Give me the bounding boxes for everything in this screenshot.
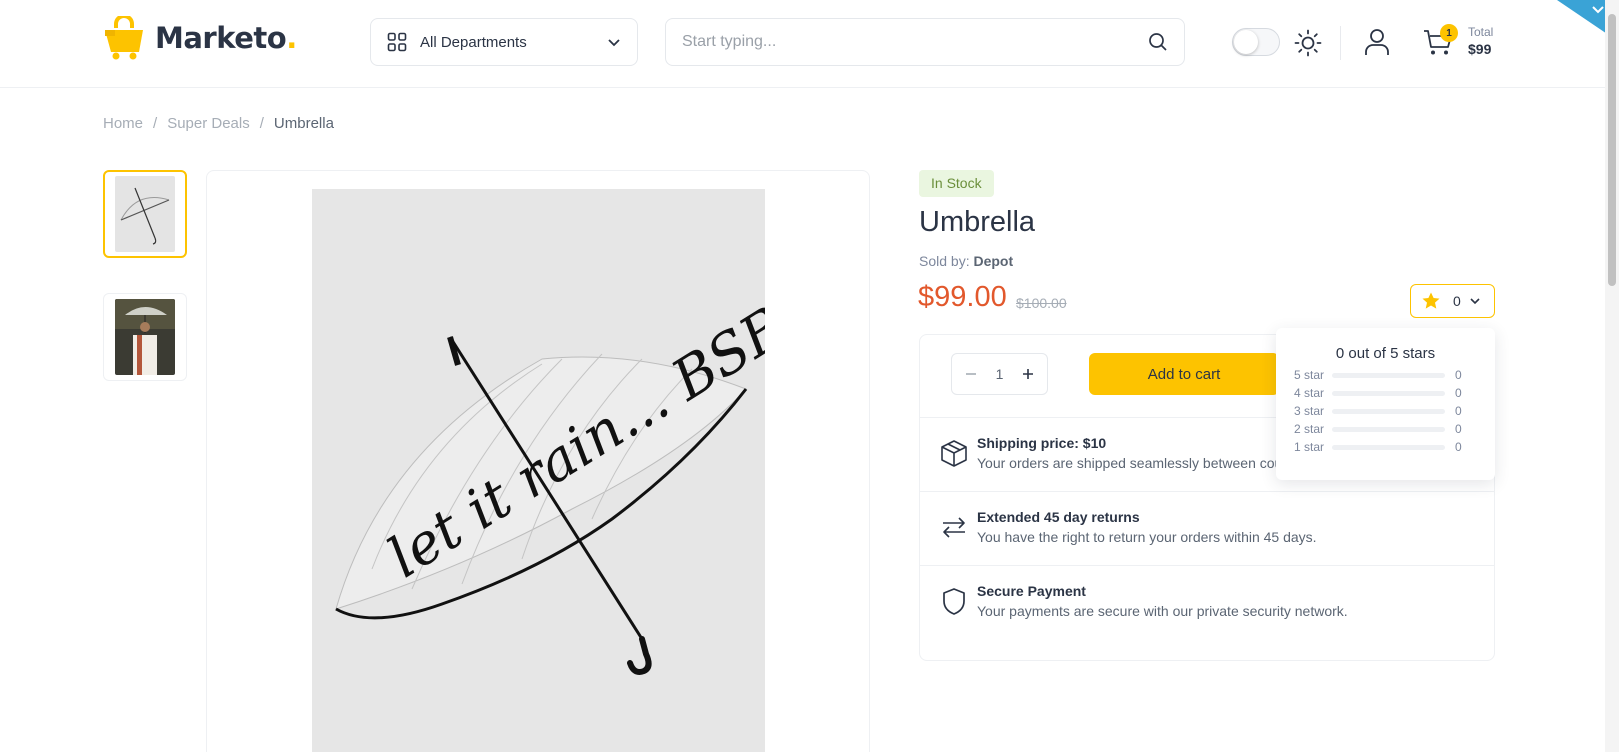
rating-row-label: 2 star (1294, 422, 1325, 436)
person-umbrella-thumbnail-image (115, 299, 175, 375)
brand-logo[interactable]: Marketo. (103, 16, 297, 60)
rating-count: 0 (1453, 293, 1461, 309)
breadcrumb-super-deals[interactable]: Super Deals (167, 115, 250, 132)
rating-row: 3 star 0 (1294, 404, 1474, 418)
product-price: $99.00 (918, 281, 1007, 313)
rating-bar (1332, 426, 1445, 432)
rating-row: 2 star 0 (1294, 422, 1474, 436)
product-thumbnail-1[interactable] (103, 170, 187, 258)
feature-title: Extended 45 day returns (977, 509, 1140, 525)
search-input[interactable] (682, 33, 1148, 51)
rating-breakdown-popup: 0 out of 5 stars 5 star 0 4 star 0 3 sta… (1276, 328, 1495, 480)
rating-bar (1332, 408, 1445, 414)
product-title: Umbrella (919, 206, 1036, 238)
rating-dropdown-button[interactable]: 0 (1410, 284, 1495, 318)
rating-row-count: 0 (1455, 386, 1462, 400)
breadcrumb: Home / Super Deals / Umbrella (103, 115, 334, 132)
brand-name: Marketo (155, 21, 287, 55)
rating-row-count: 0 (1455, 422, 1462, 436)
department-select[interactable]: All Departments (370, 18, 638, 66)
cart-count-badge: 1 (1440, 24, 1458, 42)
quantity-stepper: 1 (951, 353, 1048, 395)
site-header: Marketo. All Departments Start typing...… (0, 0, 1619, 88)
feature-title: Secure Payment (977, 583, 1086, 599)
breadcrumb-separator: / (153, 115, 158, 132)
plus-icon (1022, 369, 1033, 379)
rating-bar (1332, 444, 1445, 450)
search-icon[interactable] (1148, 32, 1168, 52)
star-icon (1422, 292, 1440, 309)
rating-bar (1332, 372, 1445, 378)
rating-row-label: 1 star (1294, 440, 1325, 454)
shopping-bag-logo-icon (105, 16, 143, 60)
feature-description: Your payments are secure with our privat… (977, 603, 1348, 619)
returns-icon (943, 517, 965, 538)
seller-name[interactable]: Depot (973, 253, 1013, 269)
breadcrumb-current: Umbrella (273, 115, 334, 132)
scrollbar-thumb[interactable] (1608, 14, 1616, 286)
rating-bar (1332, 390, 1445, 396)
feature-title: Shipping price: $10 (977, 435, 1107, 451)
rating-row-count: 0 (1455, 368, 1462, 382)
umbrella-thumbnail-image (115, 176, 175, 252)
cart-total-label: Total (1468, 25, 1494, 39)
chevron-down-icon (1470, 298, 1480, 305)
department-label: All Departments (420, 33, 527, 51)
shield-icon (943, 588, 965, 615)
feature-secure-payment: Secure Payment Your payments are secure … (920, 566, 1494, 640)
sun-icon[interactable] (1294, 29, 1322, 57)
add-to-cart-button[interactable]: Add to cart (1089, 353, 1279, 395)
feature-description: Your orders are shipped seamlessly betwe… (977, 455, 1317, 471)
minus-icon (966, 373, 976, 375)
grid-icon (387, 32, 407, 52)
chevron-down-icon (608, 39, 620, 47)
cart-total[interactable]: Total $99 (1468, 24, 1493, 58)
box-icon (941, 440, 967, 467)
quantity-value[interactable]: 1 (996, 366, 1004, 382)
theme-toggle[interactable] (1232, 28, 1280, 56)
rating-row-count: 0 (1455, 440, 1462, 454)
search-bar (665, 18, 1185, 66)
rating-row: 4 star 0 (1294, 386, 1474, 400)
page-scrollbar[interactable] (1605, 0, 1619, 752)
sold-by: Sold by: Depot (919, 253, 1013, 269)
stock-badge: In Stock (919, 170, 994, 197)
product-thumbnail-2[interactable] (103, 293, 187, 381)
rating-row-label: 4 star (1294, 386, 1325, 400)
rating-row: 5 star 0 (1294, 368, 1474, 382)
rating-row-label: 5 star (1294, 368, 1325, 382)
umbrella-product-image[interactable]: let it rain... BSB (312, 189, 765, 752)
product-old-price: $100.00 (1016, 295, 1067, 311)
feature-returns: Extended 45 day returns You have the rig… (920, 492, 1494, 566)
rating-row-label: 3 star (1294, 404, 1325, 418)
sold-by-label: Sold by: (919, 253, 970, 269)
breadcrumb-home[interactable]: Home (103, 115, 143, 132)
quantity-decrease-button[interactable] (958, 361, 984, 387)
quantity-increase-button[interactable] (1015, 361, 1041, 387)
brand-dot: . (286, 21, 297, 55)
rating-row: 1 star 0 (1294, 440, 1474, 454)
feature-description: You have the right to return your orders… (977, 529, 1317, 545)
breadcrumb-separator: / (259, 115, 264, 132)
header-divider (1340, 26, 1341, 60)
cart-total-value: $99 (1468, 41, 1492, 57)
rating-row-count: 0 (1455, 404, 1462, 418)
user-icon[interactable] (1362, 27, 1392, 57)
rating-summary: 0 out of 5 stars (1335, 345, 1436, 362)
toggle-knob (1234, 30, 1258, 54)
